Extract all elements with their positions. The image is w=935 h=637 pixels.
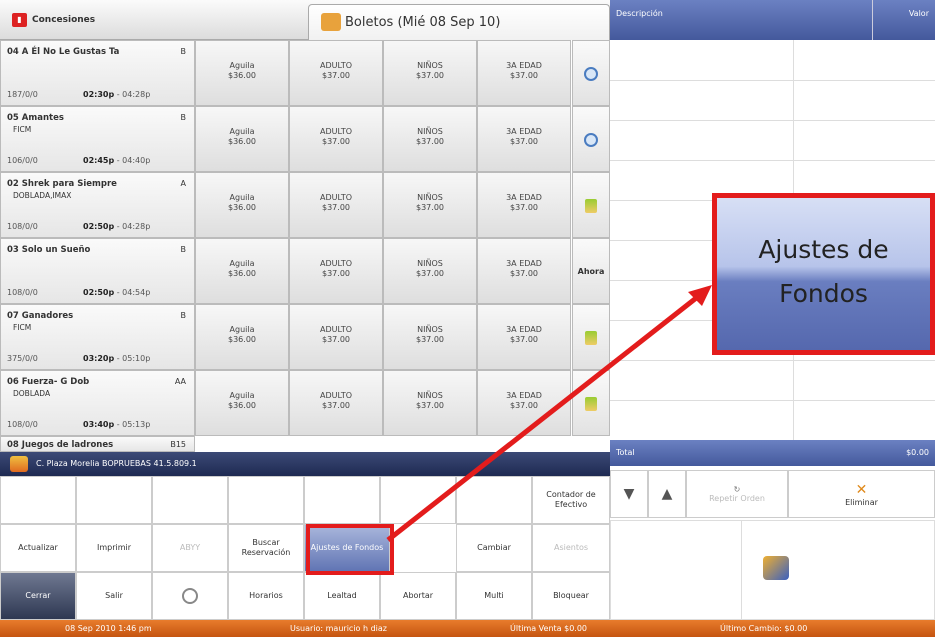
zoom-line-2: Fondos [779,279,868,308]
pos-app: ▮ Concesiones Boletos (Mié 08 Sep 10) 04 … [0,0,935,637]
zoom-callout: Ajustes de Fondos [712,193,935,355]
zoom-line-1: Ajustes de [758,235,889,264]
highlight-box [306,524,394,575]
